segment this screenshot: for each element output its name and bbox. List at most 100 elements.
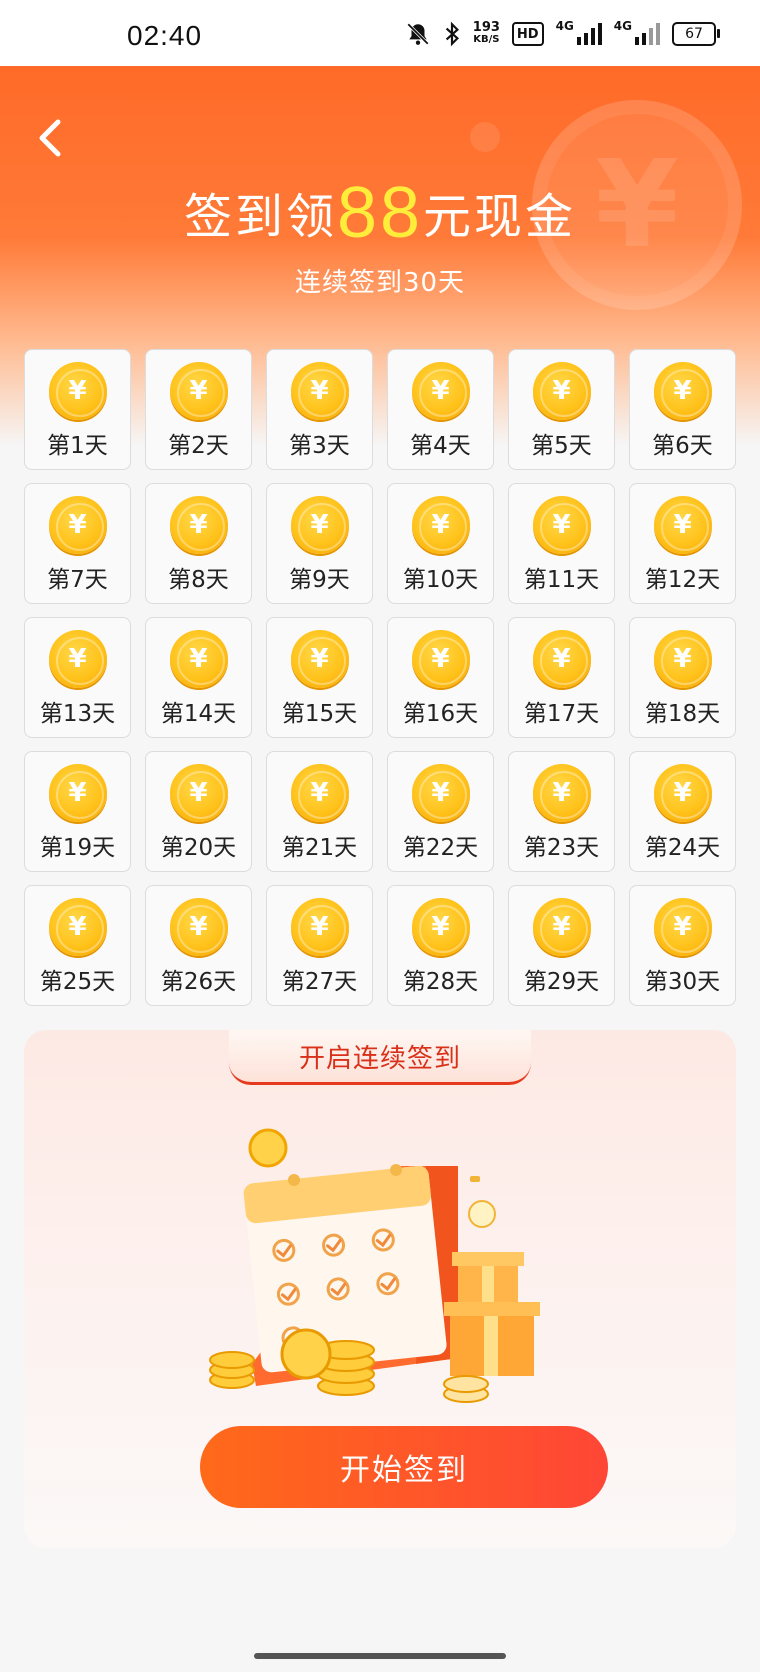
- home-indicator[interactable]: [254, 1653, 506, 1659]
- day-label: 第9天: [289, 567, 350, 593]
- day-label: 第2天: [168, 433, 229, 459]
- yen-symbol: ¥: [552, 644, 571, 674]
- yen-coin-icon: ¥: [169, 362, 228, 420]
- start-sign-in-button[interactable]: 开始签到: [200, 1426, 608, 1508]
- day-card[interactable]: ¥ 第3天: [266, 349, 373, 470]
- day-card[interactable]: ¥ 第30天: [629, 885, 736, 1006]
- day-card[interactable]: ¥ 第25天: [24, 885, 131, 1006]
- yen-symbol: ¥: [310, 778, 329, 808]
- day-card[interactable]: ¥ 第1天: [24, 349, 131, 470]
- day-card[interactable]: ¥ 第2天: [145, 349, 252, 470]
- yen-coin-icon: ¥: [411, 362, 470, 420]
- yen-symbol: ¥: [673, 510, 692, 540]
- day-label: 第17天: [523, 701, 600, 727]
- day-label: 第19天: [39, 835, 116, 861]
- day-card[interactable]: ¥ 第11天: [508, 483, 615, 604]
- day-card[interactable]: ¥ 第7天: [24, 483, 131, 604]
- status-bar: 02:40 193 KB/S HD 4G 4G 67: [0, 0, 760, 66]
- title-suffix: 元现金: [423, 189, 577, 245]
- yen-coin-icon: ¥: [532, 496, 591, 554]
- day-card[interactable]: ¥ 第18天: [629, 617, 736, 738]
- yen-coin-icon: ¥: [653, 362, 712, 420]
- page-title: 签到领88元现金: [0, 172, 760, 254]
- yen-symbol: ¥: [189, 912, 208, 942]
- day-card[interactable]: ¥ 第29天: [508, 885, 615, 1006]
- day-label: 第22天: [402, 835, 479, 861]
- network-type-label: 4G: [613, 19, 632, 33]
- day-card[interactable]: ¥ 第23天: [508, 751, 615, 872]
- day-card[interactable]: ¥ 第19天: [24, 751, 131, 872]
- back-arrow-icon[interactable]: [30, 118, 70, 158]
- yen-symbol: ¥: [673, 912, 692, 942]
- day-card[interactable]: ¥ 第5天: [508, 349, 615, 470]
- yen-coin-icon: ¥: [290, 764, 349, 822]
- day-card[interactable]: ¥ 第14天: [145, 617, 252, 738]
- day-card[interactable]: ¥ 第17天: [508, 617, 615, 738]
- day-label: 第10天: [402, 567, 479, 593]
- day-label: 第30天: [644, 969, 721, 995]
- yen-coin-icon: ¥: [169, 630, 228, 688]
- sign-in-panel: 开启连续签到 开始签到: [24, 1030, 736, 1548]
- yen-symbol: ¥: [431, 644, 450, 674]
- day-card[interactable]: ¥ 第27天: [266, 885, 373, 1006]
- bluetooth-icon: [443, 19, 461, 49]
- yen-coin-icon: ¥: [48, 496, 107, 554]
- day-label: 第26天: [160, 969, 237, 995]
- day-label: 第13天: [39, 701, 116, 727]
- day-card[interactable]: ¥ 第9天: [266, 483, 373, 604]
- yen-symbol: ¥: [431, 778, 450, 808]
- day-label: 第14天: [160, 701, 237, 727]
- yen-coin-icon: ¥: [411, 898, 470, 956]
- day-card[interactable]: ¥ 第12天: [629, 483, 736, 604]
- yen-coin-icon: ¥: [532, 898, 591, 956]
- yen-symbol: ¥: [552, 510, 571, 540]
- battery-level: 67: [685, 26, 703, 42]
- yen-symbol: ¥: [552, 376, 571, 406]
- battery-icon: 67: [672, 22, 720, 46]
- yen-symbol: ¥: [673, 376, 692, 406]
- yen-coin-icon: ¥: [48, 362, 107, 420]
- day-card[interactable]: ¥ 第26天: [145, 885, 252, 1006]
- mute-bell-icon: [405, 19, 431, 49]
- day-card[interactable]: ¥ 第16天: [387, 617, 494, 738]
- day-card[interactable]: ¥ 第4天: [387, 349, 494, 470]
- yen-coin-icon: ¥: [411, 496, 470, 554]
- signal-icon: 4G: [614, 19, 660, 49]
- day-card[interactable]: ¥ 第21天: [266, 751, 373, 872]
- yen-coin-icon: ¥: [169, 764, 228, 822]
- speed-unit: KB/S: [473, 34, 500, 45]
- yen-symbol: ¥: [189, 510, 208, 540]
- yen-symbol: ¥: [673, 644, 692, 674]
- yen-symbol: ¥: [68, 912, 87, 942]
- yen-coin-icon: ¥: [653, 496, 712, 554]
- day-card[interactable]: ¥ 第13天: [24, 617, 131, 738]
- day-card[interactable]: ¥ 第20天: [145, 751, 252, 872]
- yen-coin-icon: ¥: [532, 630, 591, 688]
- yen-coin-icon: ¥: [411, 630, 470, 688]
- day-label: 第15天: [281, 701, 358, 727]
- yen-coin-icon: ¥: [48, 898, 107, 956]
- yen-symbol: ¥: [431, 510, 450, 540]
- day-label: 第23天: [523, 835, 600, 861]
- day-card[interactable]: ¥ 第10天: [387, 483, 494, 604]
- day-card[interactable]: ¥ 第24天: [629, 751, 736, 872]
- day-label: 第20天: [160, 835, 237, 861]
- day-label: 第28天: [402, 969, 479, 995]
- yen-symbol: ¥: [431, 912, 450, 942]
- yen-symbol: ¥: [68, 644, 87, 674]
- day-card[interactable]: ¥ 第8天: [145, 483, 252, 604]
- panel-tab: 开启连续签到: [229, 1030, 531, 1085]
- day-card[interactable]: ¥ 第15天: [266, 617, 373, 738]
- page-subtitle: 连续签到30天: [294, 268, 466, 298]
- day-card[interactable]: ¥ 第6天: [629, 349, 736, 470]
- yen-coin-icon: ¥: [653, 898, 712, 956]
- yen-coin-icon: ¥: [169, 898, 228, 956]
- network-speed: 193 KB/S: [473, 19, 500, 49]
- calendar-gift-illustration: [209, 1128, 540, 1403]
- day-label: 第25天: [39, 969, 116, 995]
- signal-icon: 4G: [556, 19, 602, 49]
- day-card[interactable]: ¥ 第28天: [387, 885, 494, 1006]
- yen-coin-icon: ¥: [532, 362, 591, 420]
- day-label: 第27天: [281, 969, 358, 995]
- day-card[interactable]: ¥ 第22天: [387, 751, 494, 872]
